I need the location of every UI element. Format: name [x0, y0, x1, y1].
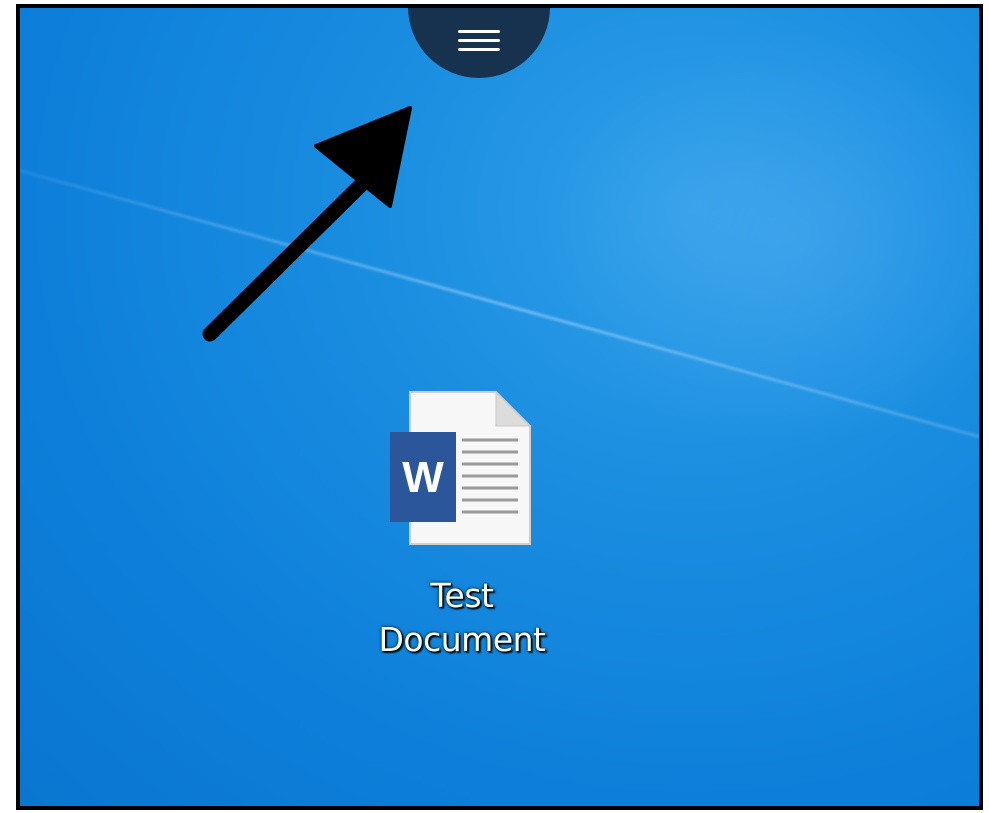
icon-label-line-2: Document — [378, 620, 546, 659]
desktop-icon-label: Test Document — [342, 574, 582, 662]
screenshot-frame: W Test Document — [16, 4, 983, 810]
word-document-icon: W — [390, 390, 532, 545]
desktop-icon-test-document[interactable]: W Test Document — [342, 386, 582, 676]
icon-label-line-1: Test — [430, 576, 495, 615]
hamburger-menu-icon — [458, 30, 500, 52]
word-app-letter: W — [402, 453, 444, 502]
hamburger-menu-button[interactable] — [408, 8, 550, 78]
wallpaper-glow — [540, 28, 979, 448]
